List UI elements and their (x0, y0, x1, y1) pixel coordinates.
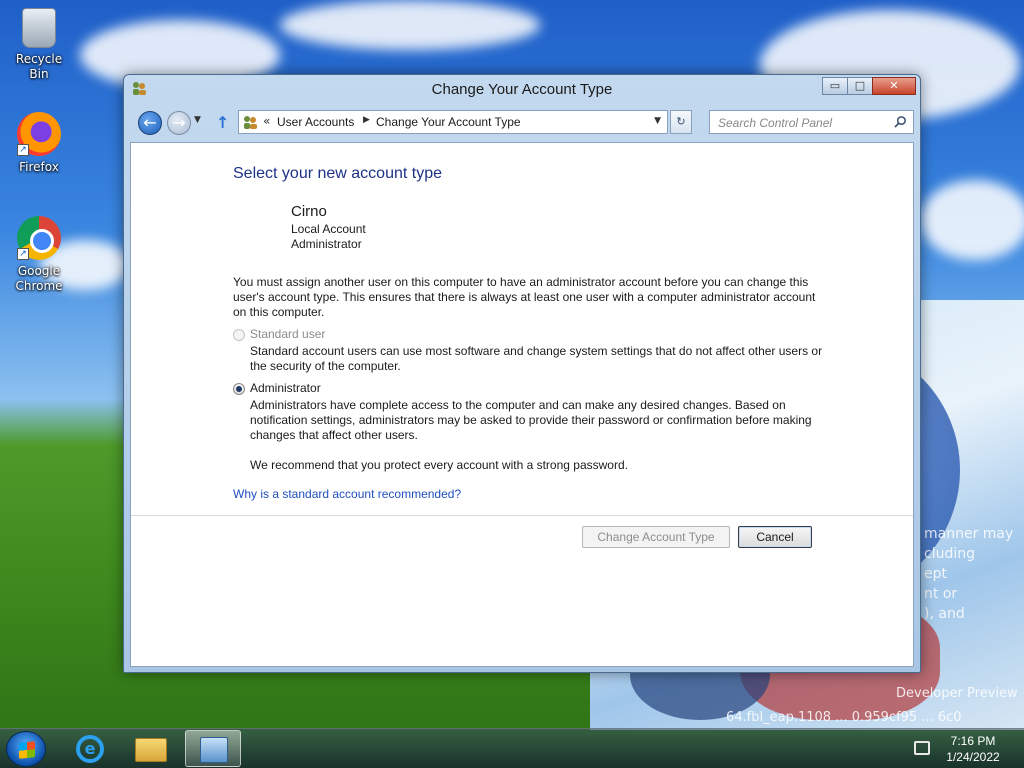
start-button[interactable] (6, 731, 46, 767)
control-panel-icon (200, 737, 228, 763)
address-dropdown-icon[interactable]: ▼ (654, 116, 661, 126)
search-input[interactable]: Search Control Panel (709, 110, 914, 134)
windows-logo-icon (19, 741, 35, 759)
breadcrumb-separator-icon[interactable]: ▶ (363, 115, 370, 125)
user-accounts-icon (244, 116, 257, 129)
minimize-button[interactable]: ▭ (822, 77, 848, 95)
recent-pages-dropdown[interactable]: ▼ (194, 115, 201, 125)
shortcut-arrow-icon: ↗ (17, 248, 29, 260)
watermark-text: ept (924, 566, 947, 582)
internet-explorer-icon: e (76, 735, 104, 763)
page-title: Select your new account type (233, 165, 443, 182)
watermark-text: cluding (924, 546, 975, 562)
search-placeholder: Search Control Panel (718, 116, 833, 130)
address-bar[interactable]: « User Accounts ▶ Change Your Account Ty… (238, 110, 668, 134)
desktop-icon-recycle-bin[interactable]: Recycle Bin (7, 8, 71, 82)
refresh-button[interactable]: ↻ (670, 110, 692, 134)
standard-user-label[interactable]: Standard user (250, 327, 325, 341)
control-panel-window: Change Your Account Type ▭ □ ✕ ← → ▼ ↑ «… (123, 74, 921, 673)
admin-required-warning: You must assign another user on this com… (233, 275, 816, 319)
change-account-type-button[interactable]: Change Account Type (582, 526, 730, 548)
cloud (280, 0, 540, 50)
cloud (920, 180, 1024, 260)
breadcrumb-user-accounts[interactable]: User Accounts (277, 115, 354, 129)
desktop-icon-firefox[interactable]: ↗ Firefox (7, 112, 71, 175)
watermark-build-title: Developer Preview (896, 686, 1018, 701)
window-title: Change Your Account Type (431, 81, 613, 98)
taskbar-file-explorer[interactable] (123, 730, 179, 767)
maximize-icon: □ (854, 79, 866, 92)
forward-arrow-icon: → (172, 113, 186, 132)
user-account-type: Administrator (291, 237, 362, 251)
clock-time: 7:16 PM (950, 734, 996, 748)
network-icon[interactable] (914, 741, 930, 755)
close-button[interactable]: ✕ (872, 77, 916, 95)
back-button[interactable]: ← (138, 111, 162, 135)
divider (131, 515, 913, 516)
standard-user-description: Standard account users can use most soft… (250, 344, 823, 373)
refresh-icon: ↻ (676, 115, 686, 128)
desktop-icon-label: Google Chrome (15, 264, 63, 293)
maximize-button[interactable]: □ (847, 77, 873, 95)
watermark-text: nt or (924, 586, 958, 602)
back-arrow-icon: ← (143, 113, 157, 132)
standard-account-help-link[interactable]: Why is a standard account recommended? (233, 487, 461, 501)
forward-button[interactable]: → (167, 111, 191, 135)
close-icon: ✕ (889, 79, 899, 92)
minimize-icon: ▭ (829, 79, 841, 92)
user-account-location: Local Account (291, 222, 366, 236)
watermark-text: manner may (924, 526, 1014, 542)
folder-icon (135, 738, 167, 762)
breadcrumb-change-account-type[interactable]: Change Your Account Type (376, 115, 521, 129)
up-button[interactable]: ↑ (216, 113, 229, 132)
breadcrumb-overflow-icon[interactable]: « (263, 114, 270, 128)
taskbar: e 7:16 PM 1/24/2022 (0, 728, 1024, 768)
watermark-text: ), and (924, 606, 965, 622)
user-name: Cirno (291, 203, 327, 220)
cancel-button[interactable]: Cancel (738, 526, 812, 548)
recycle-bin-icon (22, 8, 56, 48)
taskbar-internet-explorer[interactable]: e (62, 730, 118, 767)
window-controls: ▭ □ ✕ (822, 77, 916, 95)
system-clock[interactable]: 7:16 PM 1/24/2022 (938, 733, 1008, 765)
password-recommendation: We recommend that you protect every acco… (250, 458, 628, 472)
chrome-icon: ↗ (17, 216, 61, 260)
administrator-radio[interactable] (233, 383, 245, 395)
administrator-label[interactable]: Administrator (250, 381, 321, 395)
desktop-icon-label: Firefox (19, 160, 59, 174)
desktop-icon-label: Recycle Bin (15, 52, 63, 81)
clock-date: 1/24/2022 (946, 750, 1000, 764)
watermark-build-string: 64.fbl_eap.1108 ... 0.959cf95 ... 6c0 (726, 710, 962, 725)
administrator-description: Administrators have complete access to t… (250, 398, 812, 442)
taskbar-control-panel[interactable] (185, 730, 241, 767)
search-icon[interactable] (894, 115, 907, 128)
firefox-icon: ↗ (17, 112, 61, 156)
content-pane: Select your new account type Cirno Local… (130, 142, 914, 667)
desktop-icon-chrome[interactable]: ↗ Google Chrome (7, 216, 71, 294)
up-arrow-icon: ↑ (216, 113, 230, 132)
shortcut-arrow-icon: ↗ (17, 144, 29, 156)
standard-user-radio[interactable] (233, 329, 245, 341)
navigation-bar: ← → ▼ ↑ « User Accounts ▶ Change Your Ac… (136, 110, 914, 136)
